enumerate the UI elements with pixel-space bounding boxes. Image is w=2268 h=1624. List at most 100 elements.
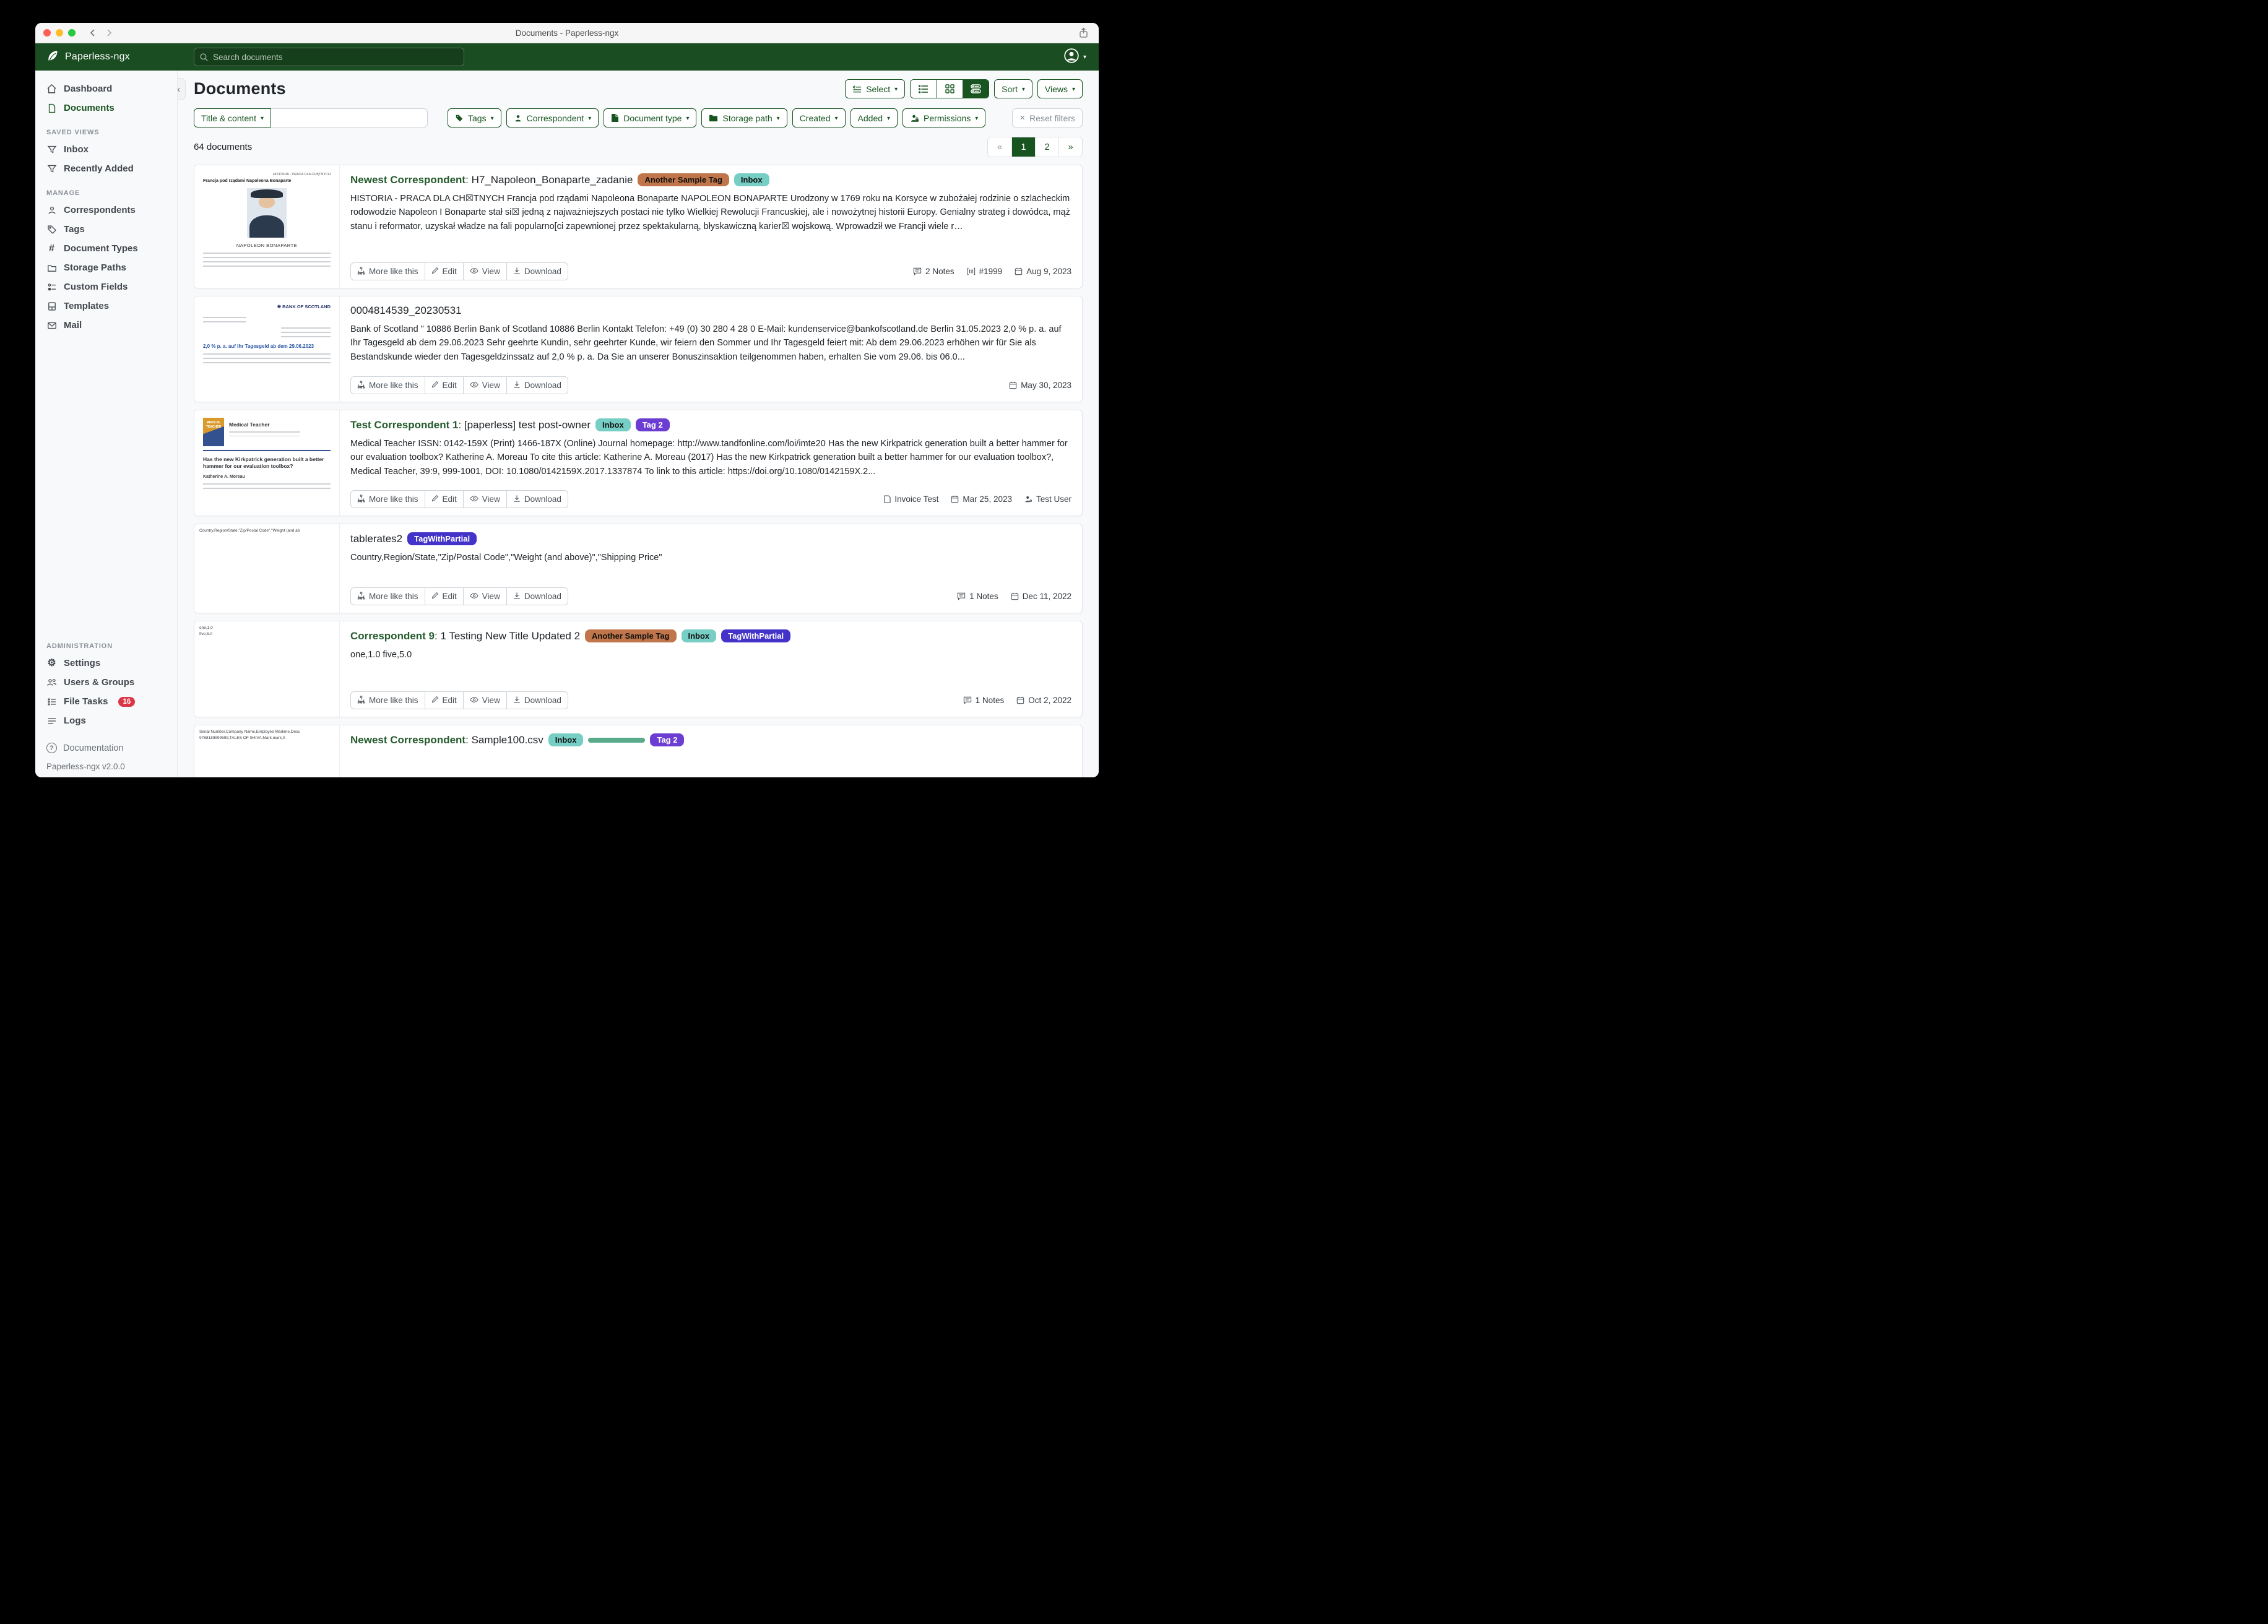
- download-button[interactable]: Download: [506, 376, 568, 394]
- tag-pill[interactable]: TagWithPartial: [721, 629, 790, 642]
- app-header: Paperless-ngx ▾: [35, 43, 1099, 71]
- storage-path-filter-button[interactable]: Storage path ▾: [701, 108, 787, 127]
- notes-indicator[interactable]: 1 Notes: [963, 696, 1005, 705]
- sidebar-item-templates[interactable]: Templates: [35, 296, 177, 316]
- back-icon[interactable]: [89, 28, 96, 37]
- eye-icon: [470, 592, 478, 601]
- edit-button[interactable]: Edit: [425, 691, 464, 709]
- sidebar-collapse-button[interactable]: «: [178, 78, 186, 100]
- document-thumbnail[interactable]: ❋ BANK OF SCOTLAND 2,0 % p. a. auf Ihr T…: [194, 296, 340, 402]
- views-button[interactable]: Views ▾: [1037, 79, 1083, 98]
- reset-filters-button[interactable]: × Reset filters: [1012, 108, 1083, 127]
- sidebar-item-logs[interactable]: Logs: [35, 711, 177, 730]
- sidebar-item-correspondents[interactable]: Correspondents: [35, 201, 177, 220]
- view-button[interactable]: View: [463, 587, 507, 605]
- minimize-window-button[interactable]: [56, 29, 63, 37]
- more-like-this-button[interactable]: More like this: [350, 376, 425, 394]
- documentation-link[interactable]: ? Documentation: [35, 739, 177, 757]
- edit-button[interactable]: Edit: [425, 376, 464, 394]
- tag-pill[interactable]: Inbox: [734, 173, 769, 186]
- tag-pill[interactable]: Inbox: [595, 418, 631, 431]
- pencil-icon: [431, 592, 439, 601]
- caret-down-icon: ▾: [1072, 87, 1075, 93]
- document-title-link[interactable]: Newest Correspondent: H7_Napoleon_Bonapa…: [350, 174, 633, 186]
- share-icon[interactable]: [1078, 27, 1089, 42]
- document-thumbnail[interactable]: Country,Region/State,"Zip/Postal Code","…: [194, 524, 340, 613]
- notes-indicator[interactable]: 1 Notes: [957, 592, 998, 601]
- edit-button[interactable]: Edit: [425, 587, 464, 605]
- document-thumbnail[interactable]: one,1.0 five,5.0: [194, 621, 340, 717]
- edit-button[interactable]: Edit: [425, 262, 464, 280]
- view-button[interactable]: View: [463, 262, 507, 280]
- document-title-link[interactable]: Test Correspondent 1: [paperless] test p…: [350, 419, 591, 431]
- sidebar-item-tags[interactable]: Tags: [35, 220, 177, 239]
- download-button[interactable]: Download: [506, 262, 568, 280]
- tag-pill[interactable]: Inbox: [682, 629, 717, 642]
- tag-pill[interactable]: [588, 738, 645, 743]
- pagination-page-2[interactable]: 2: [1035, 137, 1058, 157]
- document-thumbnail[interactable]: HISTORIA - PRACA DLA CHĘTNYCH Francja po…: [194, 165, 340, 288]
- sidebar-item-custom-fields[interactable]: Custom Fields: [35, 277, 177, 296]
- view-grid-button[interactable]: [937, 80, 963, 98]
- pagination-page-1[interactable]: 1: [1011, 137, 1035, 157]
- view-list-button[interactable]: [911, 80, 937, 98]
- search-input[interactable]: [194, 48, 464, 66]
- edit-button[interactable]: Edit: [425, 490, 464, 508]
- caret-down-icon: ▾: [588, 116, 591, 122]
- more-like-this-button[interactable]: More like this: [350, 691, 425, 709]
- document-title-link[interactable]: tablerates2: [350, 533, 402, 545]
- pagination-prev[interactable]: «: [988, 137, 1011, 157]
- pagination-next[interactable]: »: [1058, 137, 1082, 157]
- sidebar-item-recently-added[interactable]: Recently Added: [35, 159, 177, 178]
- download-button[interactable]: Download: [506, 490, 568, 508]
- date-indicator: Dec 11, 2022: [1011, 592, 1071, 601]
- permissions-filter-button[interactable]: Permissions ▾: [902, 108, 985, 127]
- tag-pill[interactable]: Tag 2: [636, 418, 670, 431]
- more-like-this-button[interactable]: More like this: [350, 490, 425, 508]
- close-window-button[interactable]: [43, 29, 51, 37]
- view-button[interactable]: View: [463, 376, 507, 394]
- forward-icon[interactable]: [106, 28, 113, 37]
- sidebar-item-dashboard[interactable]: Dashboard: [35, 79, 177, 98]
- title-content-dropdown[interactable]: Title & content ▾: [194, 108, 271, 127]
- download-button[interactable]: Download: [506, 691, 568, 709]
- view-button[interactable]: View: [463, 490, 507, 508]
- document-title-link[interactable]: 0004814539_20230531: [350, 304, 462, 317]
- user-menu[interactable]: ▾: [1063, 48, 1086, 67]
- notes-indicator[interactable]: 2 Notes: [913, 267, 954, 276]
- correspondent-filter-button[interactable]: Correspondent ▾: [506, 108, 599, 127]
- brand[interactable]: Paperless-ngx: [35, 49, 178, 66]
- title-content-input[interactable]: [271, 108, 428, 127]
- sidebar-item-file-tasks[interactable]: File Tasks 16: [35, 692, 177, 711]
- tag-pill[interactable]: Inbox: [548, 733, 584, 746]
- document-title-link[interactable]: Correspondent 9: 1 Testing New Title Upd…: [350, 630, 580, 642]
- more-like-this-button[interactable]: More like this: [350, 262, 425, 280]
- tag-pill[interactable]: Another Sample Tag: [585, 629, 676, 642]
- sidebar-item-mail[interactable]: Mail: [35, 316, 177, 335]
- tag-pill[interactable]: Another Sample Tag: [638, 173, 729, 186]
- document-thumbnail[interactable]: MEDICAL TEACHER Medical Teacher Has the …: [194, 410, 340, 516]
- sort-button[interactable]: Sort ▾: [994, 79, 1032, 98]
- card-actions: More like this Edit View Download: [350, 262, 568, 280]
- created-filter-button[interactable]: Created ▾: [792, 108, 846, 127]
- sidebar-item-document-types[interactable]: # Document Types: [35, 239, 177, 258]
- sidebar-item-users-groups[interactable]: Users & Groups: [35, 673, 177, 692]
- sidebar-item-documents[interactable]: Documents: [35, 98, 177, 118]
- download-button[interactable]: Download: [506, 587, 568, 605]
- document-title-link[interactable]: Newest Correspondent: Sample100.csv: [350, 734, 543, 746]
- zoom-window-button[interactable]: [68, 29, 76, 37]
- document-type-filter-button[interactable]: Document type ▾: [604, 108, 696, 127]
- sidebar-item-storage-paths[interactable]: Storage Paths: [35, 258, 177, 277]
- titlebar: Documents - Paperless-ngx: [35, 23, 1099, 43]
- sidebar-item-inbox[interactable]: Inbox: [35, 140, 177, 159]
- select-button[interactable]: Select ▾: [845, 79, 905, 98]
- added-filter-button[interactable]: Added ▾: [850, 108, 898, 127]
- more-like-this-button[interactable]: More like this: [350, 587, 425, 605]
- view-button[interactable]: View: [463, 691, 507, 709]
- tag-pill[interactable]: Tag 2: [650, 733, 684, 746]
- view-detail-button[interactable]: [963, 80, 989, 98]
- tag-pill[interactable]: TagWithPartial: [407, 532, 477, 545]
- tags-filter-button[interactable]: Tags ▾: [448, 108, 501, 127]
- sidebar-item-settings[interactable]: ⚙ Settings: [35, 654, 177, 673]
- document-thumbnail[interactable]: Serial Number,Company Name,Employee Mark…: [194, 725, 340, 777]
